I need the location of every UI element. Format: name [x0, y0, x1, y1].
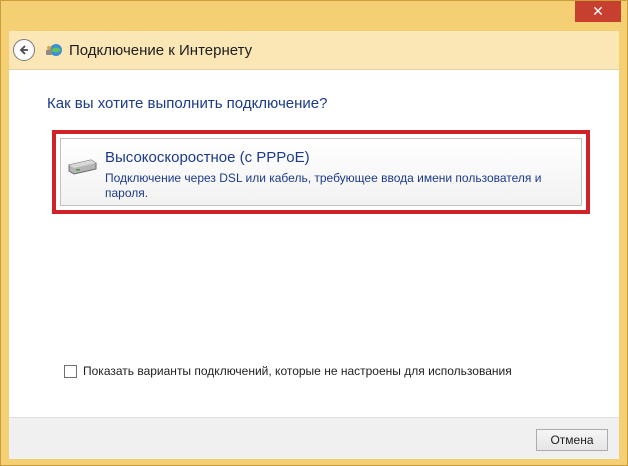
internet-connection-icon: [46, 44, 62, 56]
show-options-row[interactable]: Показать варианты подключений, которые н…: [64, 364, 512, 378]
back-arrow-icon: [19, 45, 28, 55]
window: ✕ Подключение к Интернету Как вы хотите …: [0, 0, 628, 466]
back-button[interactable]: [13, 39, 35, 61]
title-bar[interactable]: ✕: [1, 1, 627, 31]
page-title: Подключение к Интернету: [69, 41, 253, 59]
main-content: Как вы хотите выполнить подключение? Выс…: [9, 69, 619, 417]
cancel-button[interactable]: Отмена: [536, 429, 608, 451]
footer: Отмена: [9, 417, 619, 459]
question-heading: Как вы хотите выполнить подключение?: [47, 95, 328, 112]
modem-icon: [68, 159, 97, 175]
highlight-frame: Высокоскоростное (с PPPoE) Подключение ч…: [52, 130, 590, 214]
header-bar: Подключение к Интернету: [9, 31, 619, 69]
close-button[interactable]: ✕: [575, 1, 621, 22]
option-description: Подключение через DSL или кабель, требую…: [105, 171, 542, 200]
option-title: Высокоскоростное (с PPPoE): [105, 149, 310, 166]
show-options-label[interactable]: Показать варианты подключений, которые н…: [83, 364, 512, 378]
show-options-checkbox[interactable]: [64, 364, 77, 378]
pppoe-option[interactable]: Высокоскоростное (с PPPoE) Подключение ч…: [60, 138, 582, 206]
close-icon: ✕: [592, 3, 604, 20]
